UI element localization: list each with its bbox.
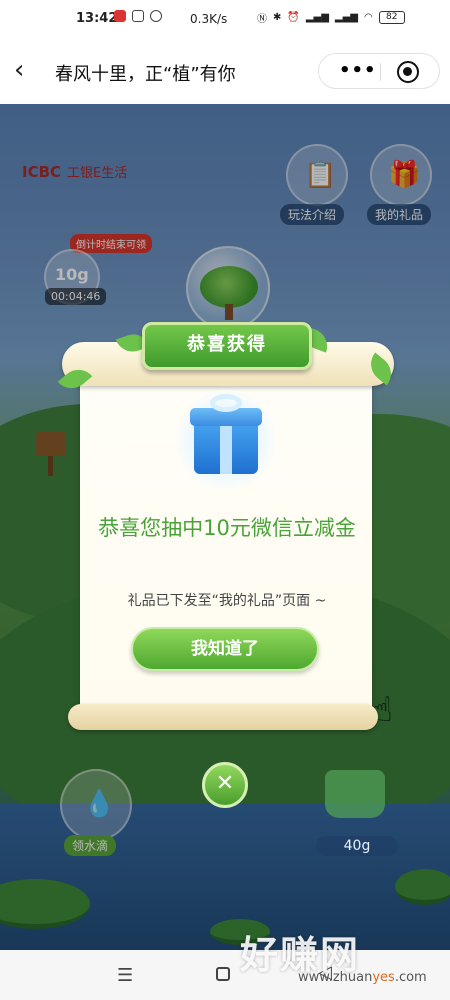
alarm-icon: ⏰	[287, 12, 300, 23]
close-icon[interactable]: ✕	[202, 762, 248, 808]
miniprogram-capsule: •••	[318, 53, 440, 89]
watermark-url: www.zhuanyes.com	[298, 970, 427, 985]
ok-button[interactable]: 我知道了	[131, 627, 319, 671]
close-miniprogram-icon[interactable]	[397, 61, 419, 83]
app-icon	[132, 10, 144, 22]
watermark-url-highlight: yes	[372, 970, 395, 985]
settings-icon	[150, 10, 162, 22]
watering-can-icon[interactable]	[325, 770, 385, 818]
modal-scroll-bottom	[68, 704, 378, 730]
status-icons-right: Ⓝ ✱ ⏰ ▂▄▆ ▂▄▆ ◠ 82	[257, 10, 405, 25]
status-bar: 13:42 0.3K/s Ⓝ ✱ ⏰ ▂▄▆ ▂▄▆ ◠ 82	[0, 0, 450, 40]
network-speed: 0.3K/s	[190, 12, 228, 26]
gift-box-icon	[194, 418, 258, 474]
back-arrow-icon[interactable]: ‹	[14, 56, 42, 84]
signal-icon: ▂▄▆	[305, 12, 329, 23]
home-icon[interactable]	[216, 967, 230, 981]
bluetooth-icon: ✱	[273, 12, 282, 23]
notification-icon	[114, 10, 126, 22]
water-amount: 40g	[316, 836, 398, 856]
modal-ribbon: 恭喜获得	[142, 322, 312, 370]
modal-title: 恭喜获得	[187, 334, 267, 355]
wifi-icon: ◠	[364, 12, 373, 23]
prize-text: 恭喜您抽中10元微信立减金	[98, 516, 356, 540]
nfc-icon: Ⓝ	[257, 14, 267, 25]
capsule-divider	[380, 63, 381, 81]
title-bar: ‹ 春风十里，正“植”有你 •••	[0, 40, 450, 104]
status-time: 13:42	[76, 11, 118, 26]
prize-subtext: 礼品已下发至“我的礼品”页面 ~	[127, 593, 327, 609]
page-title: 春风十里，正“植”有你	[55, 64, 236, 85]
watermark-url-suffix: .com	[394, 970, 427, 985]
more-dots-icon[interactable]: •••	[339, 60, 377, 81]
watermark-url-prefix: www.zhuan	[298, 970, 373, 985]
battery-icon: 82	[378, 11, 405, 24]
gift-bow	[210, 394, 242, 412]
menu-icon[interactable]: ☰	[117, 965, 133, 986]
status-icons-left	[114, 10, 162, 22]
signal-2-icon: ▂▄▆	[334, 12, 358, 23]
